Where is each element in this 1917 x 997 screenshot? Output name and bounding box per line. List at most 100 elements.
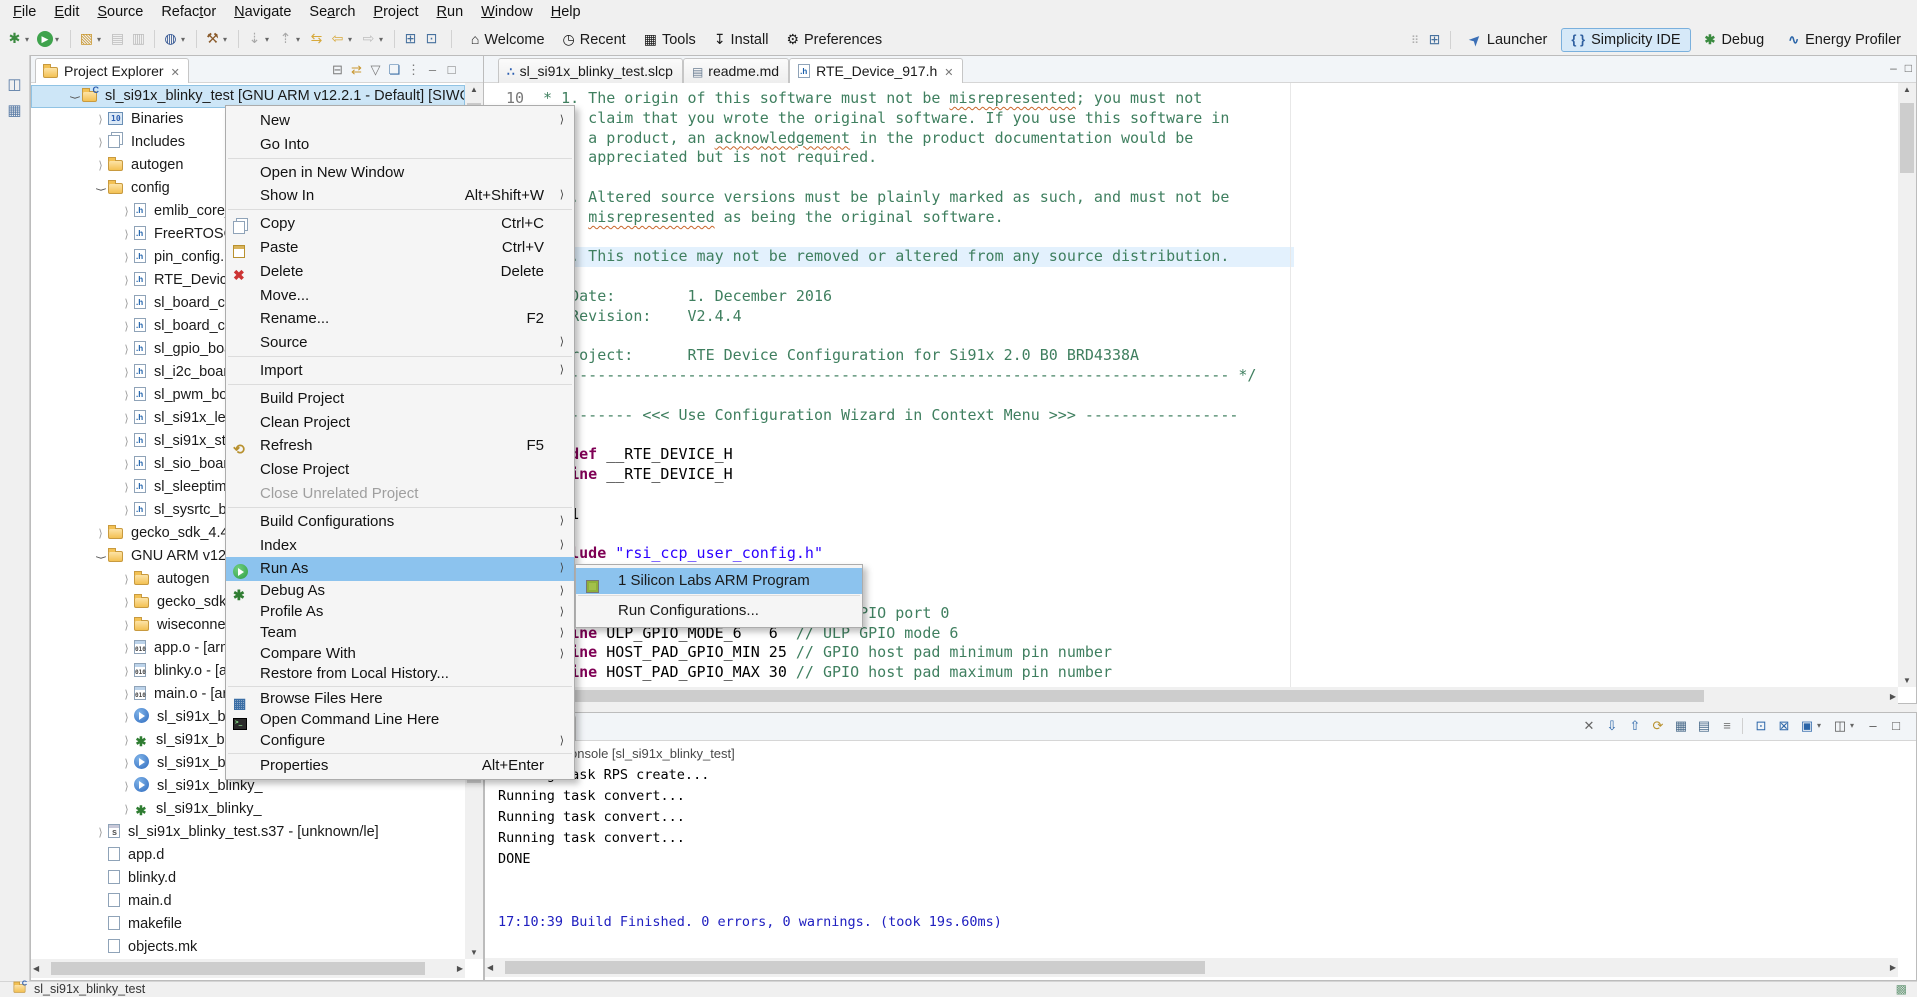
save-button[interactable]: ▤ <box>107 28 128 50</box>
editor-tab-sl-si91x-blinky-test-slcp[interactable]: ∴sl_si91x_blinky_test.slcp <box>498 58 683 83</box>
expander-icon[interactable]: ⟩ <box>119 638 134 660</box>
menu-item-import[interactable]: Import⟩ <box>226 359 574 383</box>
menu-item-browse-files-here[interactable]: ▦Browse Files Here <box>226 689 574 710</box>
menu-item-close-project[interactable]: Close Project <box>226 458 574 482</box>
install-link[interactable]: ↧Install <box>714 31 769 48</box>
expander-icon[interactable]: ⟩ <box>67 86 82 108</box>
relaunch-icon[interactable]: ⟳ <box>1648 718 1668 734</box>
menu-item-paste[interactable]: PasteCtrl+V <box>226 236 574 260</box>
scroll-lock-icon[interactable]: ▤ <box>1694 718 1714 734</box>
menu-item-delete[interactable]: ✖DeleteDelete <box>226 260 574 284</box>
menu-item-properties[interactable]: PropertiesAlt+Enter <box>226 756 574 777</box>
tools-link[interactable]: ▦Tools <box>644 31 696 48</box>
maximize-icon[interactable]: □ <box>1886 718 1906 733</box>
menu-item-index[interactable]: Index⟩ <box>226 534 574 558</box>
expander-icon[interactable]: ⟩ <box>119 753 134 775</box>
expander-icon[interactable]: ⟩ <box>119 454 134 476</box>
tree-item-main-d[interactable]: main.d <box>31 890 465 913</box>
expander-icon[interactable]: ⟩ <box>119 592 134 614</box>
scroll-right-icon[interactable]: ▶ <box>457 964 463 973</box>
open-perspective-icon[interactable]: ⊞ <box>1424 29 1445 51</box>
expander-icon[interactable]: ⟩ <box>119 730 134 752</box>
maximize-icon[interactable]: □ <box>1905 61 1912 75</box>
show-next-console-icon[interactable]: ⇩ <box>1602 718 1622 734</box>
minimize-icon[interactable]: ‒ <box>423 62 442 77</box>
expander-icon[interactable]: ⟩ <box>93 132 108 154</box>
menu-item-show-in[interactable]: Show InAlt+Shift+W⟩ <box>226 184 574 208</box>
display-console-icon-dropdown[interactable]: ▾ <box>1850 721 1860 730</box>
forward-button[interactable]: ⇨ <box>358 28 379 50</box>
collapse-all-icon[interactable]: ⊟ <box>328 62 347 78</box>
run-toolbar-button-dropdown[interactable]: ▾ <box>55 35 65 44</box>
editor-tab-rte-device-917-h[interactable]: RTE_Device_917.h✕ <box>789 58 963 83</box>
scroll-right-icon[interactable]: ▶ <box>1890 963 1896 972</box>
link-with-editor-icon[interactable]: ⇄ <box>347 62 366 78</box>
save-all-button[interactable]: ▥ <box>128 28 149 50</box>
last-edit-location-button[interactable]: ⇆ <box>306 28 327 50</box>
menu-item-copy[interactable]: CopyCtrl+C <box>226 212 574 236</box>
flash-programmer-button-dropdown[interactable]: ▾ <box>181 35 191 44</box>
expander-icon[interactable]: ⟩ <box>119 247 134 269</box>
expander-icon[interactable]: ⟩ <box>119 684 134 706</box>
word-wrap-icon[interactable]: ≡ <box>1717 718 1737 733</box>
expander-icon[interactable]: ⟩ <box>119 661 134 683</box>
tree-item-sl-si91x-blinky[interactable]: ⟩✱sl_si91x_blinky_ <box>31 798 465 821</box>
pin-console-icon[interactable]: ▦ <box>1671 718 1691 734</box>
menu-item-team[interactable]: Team⟩ <box>226 623 574 644</box>
si-views-icon[interactable]: ❏ <box>385 62 404 78</box>
view-menu-icon[interactable]: ⋮ <box>404 62 423 78</box>
flash-programmer-button[interactable]: ◍ <box>160 28 181 50</box>
submenu-item-1-silicon-labs-arm-program[interactable]: 1 Silicon Labs ARM Program <box>576 568 862 594</box>
recent-link[interactable]: ◷Recent <box>563 31 626 48</box>
scroll-left-icon[interactable]: ◀ <box>33 964 39 973</box>
tree-item-sl-si91x-blinky-test-s37[interactable]: ⟩sl_si91x_blinky_test.s37 - [unknown/le] <box>31 821 465 844</box>
scroll-down-icon[interactable]: ▼ <box>465 948 483 957</box>
menu-item-configure[interactable]: Configure⟩ <box>226 731 574 752</box>
editor-hscrollbar-thumb[interactable] <box>504 690 1704 702</box>
console-hscrollbar-thumb[interactable] <box>505 961 1205 974</box>
tree-item-makefile[interactable]: makefile <box>31 913 465 936</box>
expander-icon[interactable]: ⟩ <box>119 408 134 430</box>
previous-annotation-button-dropdown[interactable]: ▾ <box>296 35 306 44</box>
expander-icon[interactable]: ⟩ <box>119 500 134 522</box>
menu-item-profile-as[interactable]: Profile As⟩ <box>226 602 574 623</box>
close-icon[interactable]: ✕ <box>944 66 953 79</box>
open-perspective-button[interactable]: ⊞ <box>400 28 421 50</box>
menu-item-build-configurations[interactable]: Build Configurations⟩ <box>226 510 574 534</box>
minimize-icon[interactable]: ‒ <box>1863 718 1883 733</box>
show-stdout-icon[interactable]: ⊡ <box>1751 718 1771 734</box>
console-horizontal-scrollbar[interactable]: ◀ ▶ <box>485 958 1898 977</box>
clear-console-icon[interactable]: ✕ <box>1579 718 1599 734</box>
expander-icon[interactable]: ⟩ <box>119 431 134 453</box>
expander-icon[interactable]: ⟩ <box>119 339 134 361</box>
menu-item-run-as[interactable]: Run As⟩ <box>226 557 574 581</box>
menu-item-go-into[interactable]: Go Into <box>226 133 574 157</box>
submenu-item-run-configurations[interactable]: Run Configurations... <box>576 598 862 624</box>
tab-project-explorer[interactable]: Project Explorer✕ <box>35 58 189 83</box>
welcome-link[interactable]: ⌂Welcome <box>471 31 545 48</box>
simplicity-studio-button[interactable]: ⊡ <box>421 28 442 50</box>
show-previous-console-icon[interactable]: ⇧ <box>1625 718 1645 734</box>
expander-icon[interactable]: ⟩ <box>119 385 134 407</box>
tree-item-blinky-d[interactable]: blinky.d <box>31 867 465 890</box>
menu-item-close-unrelated-project[interactable]: Close Unrelated Project <box>226 482 574 506</box>
perspective-energy-profiler[interactable]: ∿Energy Profiler <box>1778 28 1911 52</box>
menu-refactor[interactable]: Refactor <box>152 3 225 21</box>
back-button-dropdown[interactable]: ▾ <box>348 35 358 44</box>
console-output[interactable]: Running task RPS create...Running task c… <box>498 765 1896 954</box>
next-annotation-button[interactable]: ⇣ <box>244 28 265 50</box>
debug-toolbar-button-dropdown[interactable]: ▾ <box>25 35 35 44</box>
back-button[interactable]: ⇦ <box>327 28 348 50</box>
menu-file[interactable]: File <box>4 3 45 21</box>
menu-item-restore-from-local-history[interactable]: Restore from Local History... <box>226 664 574 685</box>
expander-icon[interactable]: ⟩ <box>93 546 108 568</box>
scroll-left-icon[interactable]: ◀ <box>487 963 493 972</box>
new-wizard-button-dropdown[interactable]: ▾ <box>97 35 107 44</box>
editor-tab-readme-md[interactable]: ▤readme.md <box>683 58 789 83</box>
editor-scrollbar-thumb[interactable] <box>1900 103 1914 173</box>
menu-source[interactable]: Source <box>88 3 152 21</box>
perspective-debug[interactable]: ✱Debug <box>1695 28 1775 52</box>
expander-icon[interactable]: ⟩ <box>119 799 134 821</box>
display-console-icon[interactable]: ◫ <box>1830 718 1850 734</box>
menu-item-clean-project[interactable]: Clean Project <box>226 411 574 435</box>
